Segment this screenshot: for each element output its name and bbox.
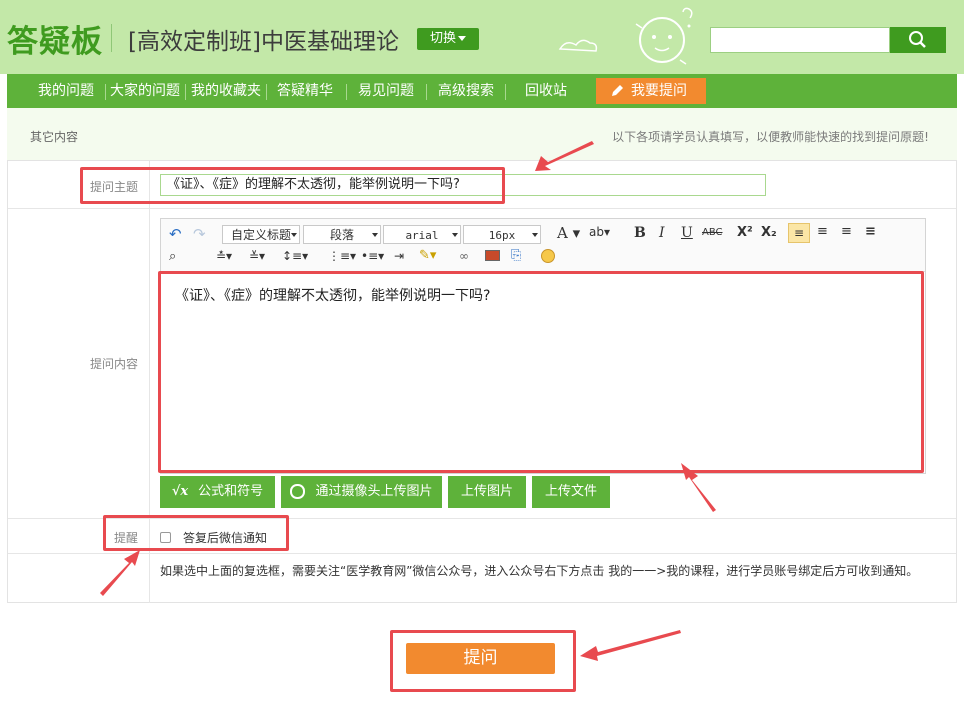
annotation-arrow-icon: [535, 141, 594, 171]
annotation-arrow-icon: [681, 463, 716, 512]
annotation-arrow-icon: [100, 550, 140, 596]
annotation-arrows: [100, 141, 716, 661]
annotation-arrow-icon: [580, 630, 681, 661]
